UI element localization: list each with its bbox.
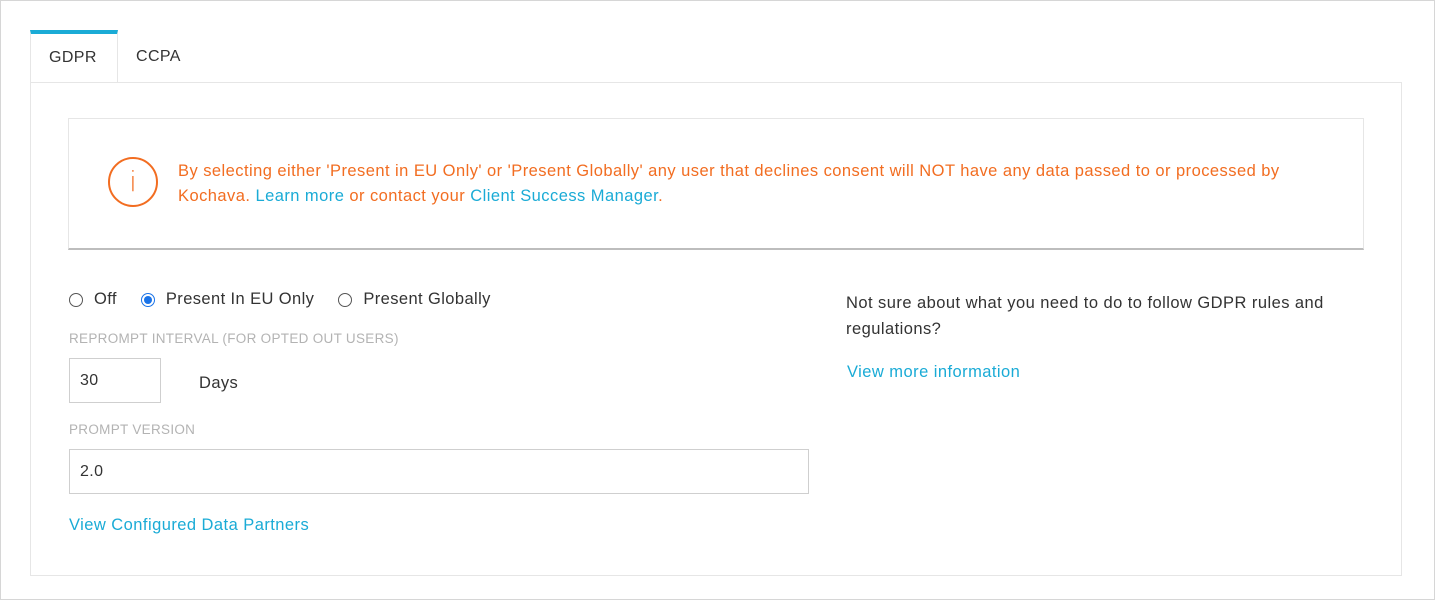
radio-option-off[interactable]: Off bbox=[69, 290, 117, 309]
radio-option-present-globally[interactable]: Present Globally bbox=[338, 290, 490, 309]
gdpr-help-text: Not sure about what you need to do to fo… bbox=[846, 294, 1324, 338]
tab-ccpa[interactable]: CCPA bbox=[118, 30, 199, 82]
view-more-information-link[interactable]: View more information bbox=[847, 363, 1020, 382]
reprompt-interval-input[interactable] bbox=[69, 358, 161, 403]
client-success-manager-link[interactable]: Client Success Manager bbox=[470, 187, 658, 205]
learn-more-link[interactable]: Learn more bbox=[255, 187, 344, 205]
prompt-version-input[interactable] bbox=[69, 449, 809, 494]
alert-text-middle: or contact your bbox=[344, 187, 471, 205]
consent-warning-alert: i By selecting either 'Present in EU Onl… bbox=[68, 118, 1364, 250]
radio-present-globally-label: Present Globally bbox=[363, 290, 491, 308]
alert-message: By selecting either 'Present in EU Only'… bbox=[178, 159, 1318, 209]
prompt-version-label: PROMPT VERSION bbox=[69, 422, 196, 437]
consent-mode-radio-group: Off Present In EU Only Present Globally bbox=[69, 290, 515, 309]
radio-present-eu-only-label: Present In EU Only bbox=[165, 290, 315, 308]
radio-present-eu-only[interactable] bbox=[140, 292, 155, 307]
tab-bar: GDPR CCPA bbox=[30, 30, 199, 82]
radio-present-globally[interactable] bbox=[338, 292, 353, 307]
view-configured-data-partners-link[interactable]: View Configured Data Partners bbox=[69, 516, 309, 535]
radio-off-label: Off bbox=[94, 290, 117, 308]
radio-option-present-eu-only[interactable]: Present In EU Only bbox=[140, 290, 315, 309]
tab-gdpr[interactable]: GDPR bbox=[30, 30, 118, 82]
info-icon: i bbox=[108, 157, 158, 207]
reprompt-interval-label: REPROMPT INTERVAL (FOR OPTED OUT USERS) bbox=[69, 331, 399, 346]
reprompt-unit-label: Days bbox=[199, 374, 239, 392]
alert-text-end: . bbox=[658, 187, 664, 205]
radio-off[interactable] bbox=[69, 292, 83, 307]
